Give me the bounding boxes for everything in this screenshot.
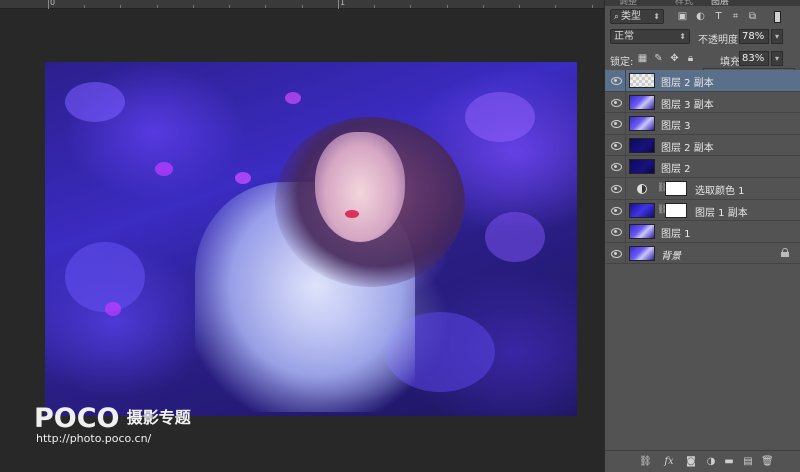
layer-thumbnail[interactable] bbox=[629, 137, 655, 153]
layer-row[interactable]: 背景 bbox=[605, 242, 800, 265]
shape-filter-icon[interactable]: ⌗ bbox=[730, 11, 741, 22]
opacity-dropdown-button[interactable]: ▾ bbox=[771, 29, 783, 44]
layer-thumbnail[interactable] bbox=[634, 181, 649, 196]
filter-kind-label: 类型 bbox=[621, 11, 642, 22]
trash-icon[interactable]: 🗑︎ bbox=[761, 456, 774, 468]
layer-name[interactable]: 图层 2 副本 bbox=[661, 74, 714, 89]
layer-thumbnail[interactable] bbox=[629, 245, 655, 261]
fill-dropdown-button[interactable]: ▾ bbox=[771, 51, 783, 66]
layer-thumbnail[interactable] bbox=[629, 94, 655, 110]
lock-row: 锁定: ▦ ✎ ✥ 🔒︎ 填充: 83% ▾ bbox=[605, 50, 800, 68]
tab-adjustments[interactable]: 调整 bbox=[619, 0, 637, 7]
tab-layers[interactable]: 图层 bbox=[711, 0, 729, 7]
lock-icon bbox=[781, 247, 789, 257]
layer-row[interactable]: ⛓ 图层 1 副本 bbox=[605, 199, 800, 222]
add-mask-icon[interactable]: ◙ bbox=[685, 456, 697, 468]
layer-row[interactable]: 图层 2 副本 bbox=[605, 70, 800, 92]
poco-watermark: POCO 摄影专题 http://photo.poco.cn/ bbox=[34, 404, 191, 445]
watermark-brand: POCO bbox=[34, 403, 120, 434]
fx-icon[interactable]: fx bbox=[663, 456, 675, 468]
layer-row[interactable]: 图层 3 bbox=[605, 113, 800, 135]
smart-object-filter-icon[interactable]: ⧉ bbox=[747, 11, 758, 22]
eye-icon[interactable] bbox=[610, 140, 622, 150]
layer-name[interactable]: 图层 3 副本 bbox=[661, 96, 714, 111]
layer-name[interactable]: 图层 1 bbox=[661, 225, 691, 240]
search-icon: ⌕ bbox=[614, 12, 620, 22]
watermark-tagline: 摄影专题 bbox=[126, 408, 191, 427]
layer-row[interactable]: 图层 2 bbox=[605, 156, 800, 178]
image-filter-icon[interactable]: ▣ bbox=[677, 11, 688, 22]
fill-input[interactable]: 83% bbox=[739, 51, 769, 66]
layer-name[interactable]: 图层 2 副本 bbox=[661, 139, 714, 154]
chevron-updown-icon: ⬍ bbox=[653, 12, 660, 21]
layer-thumbnail[interactable] bbox=[629, 116, 655, 132]
layer-filter-row: ⌕ 类型 ⬍ ▣ ◐ T ⌗ ⧉ bbox=[605, 8, 800, 26]
layer-mask-thumbnail[interactable] bbox=[665, 202, 687, 218]
type-filter-icon[interactable]: T bbox=[713, 11, 724, 22]
photo-canvas[interactable] bbox=[45, 62, 577, 416]
layer-thumbnail[interactable] bbox=[629, 224, 655, 240]
lock-position-icon[interactable]: ✥ bbox=[669, 53, 680, 64]
lock-transparency-icon[interactable]: ▦ bbox=[637, 53, 648, 64]
layer-name[interactable]: 背景 bbox=[661, 247, 681, 262]
layer-row[interactable]: 图层 3 副本 bbox=[605, 91, 800, 114]
opacity-input[interactable]: 78% bbox=[739, 29, 769, 44]
layer-mask-thumbnail[interactable] bbox=[665, 180, 687, 196]
layers-panel-footer: ⛓ fx ◙ ◑ ▬ ▤ 🗑︎ bbox=[605, 450, 800, 472]
layer-list: 图层 2 副本 图层 3 副本 图层 3 图层 2 副本 图层 2 ⛓ 选取颜色 1 ⛓ 图层 … bbox=[605, 70, 800, 265]
new-fill-layer-icon[interactable]: ◑ bbox=[705, 456, 717, 468]
layer-thumbnail[interactable] bbox=[629, 159, 655, 175]
eye-icon[interactable] bbox=[610, 97, 622, 107]
lock-all-icon[interactable]: 🔒︎ bbox=[685, 53, 696, 64]
filter-toggle-switch[interactable] bbox=[774, 11, 781, 23]
layer-name[interactable]: 图层 3 bbox=[661, 117, 691, 132]
subject-lips bbox=[345, 210, 359, 218]
layer-row[interactable]: 图层 1 bbox=[605, 221, 800, 243]
link-layers-icon[interactable]: ⛓ bbox=[639, 456, 652, 468]
layer-name[interactable]: 选取颜色 1 bbox=[695, 182, 745, 197]
watermark-url: http://photo.poco.cn/ bbox=[36, 432, 152, 445]
chevron-updown-icon: ⬍ bbox=[679, 32, 686, 41]
ruler-label-1: 1 bbox=[340, 0, 346, 7]
layer-thumbnail[interactable] bbox=[629, 73, 655, 88]
filter-kind-select[interactable]: ⌕ 类型 ⬍ bbox=[610, 9, 664, 24]
blend-mode-value: 正常 bbox=[614, 31, 634, 42]
horizontal-ruler[interactable]: 0 1 bbox=[0, 0, 604, 9]
document-canvas-area[interactable]: 0 1 POCO 摄影专题 http://photo.poco.cn/ bbox=[0, 0, 604, 472]
eye-icon[interactable] bbox=[610, 161, 622, 172]
panel-tab-strip: 调整 样式 图层 bbox=[605, 0, 800, 7]
layer-thumbnail[interactable] bbox=[629, 202, 655, 218]
eye-icon[interactable] bbox=[610, 118, 622, 129]
new-layer-icon[interactable]: ▤ bbox=[742, 456, 754, 468]
eye-icon[interactable] bbox=[610, 248, 622, 258]
layer-row[interactable]: 图层 2 副本 bbox=[605, 134, 800, 157]
opacity-label: 不透明度: bbox=[698, 35, 742, 46]
eye-icon[interactable] bbox=[610, 183, 622, 193]
blend-row: 正常 ⬍ 不透明度: 78% ▾ bbox=[605, 28, 800, 46]
eye-icon[interactable] bbox=[610, 205, 622, 215]
eye-icon[interactable] bbox=[610, 75, 622, 85]
adjustment-filter-icon[interactable]: ◐ bbox=[695, 11, 706, 22]
eye-icon[interactable] bbox=[610, 226, 622, 237]
lock-label: 锁定: bbox=[610, 57, 634, 68]
blend-mode-select[interactable]: 正常 ⬍ bbox=[610, 29, 690, 44]
ruler-label-0: 0 bbox=[50, 0, 56, 7]
layers-panel: 调整 样式 图层 ⌕ 类型 ⬍ ▣ ◐ T ⌗ ⧉ 正常 ⬍ 不透明度: 78% ▾ … bbox=[604, 0, 800, 472]
new-group-icon[interactable]: ▬ bbox=[723, 456, 735, 468]
layer-name[interactable]: 图层 1 副本 bbox=[695, 204, 748, 219]
subject-face bbox=[315, 132, 405, 242]
layer-name[interactable]: 图层 2 bbox=[661, 160, 691, 175]
lock-pixels-icon[interactable]: ✎ bbox=[653, 53, 664, 64]
tab-styles[interactable]: 样式 bbox=[675, 0, 693, 7]
layer-row[interactable]: ⛓ 选取颜色 1 bbox=[605, 177, 800, 200]
